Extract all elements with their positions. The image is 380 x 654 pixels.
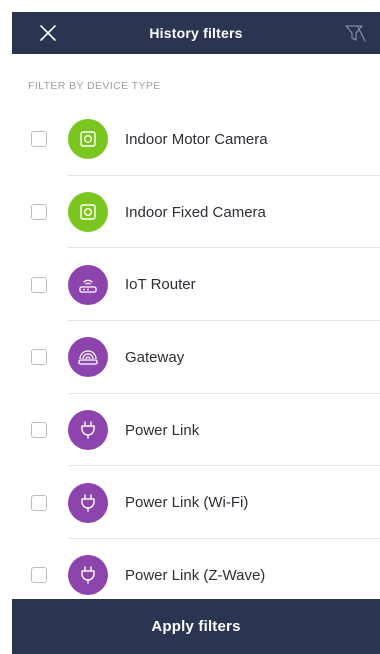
apply-filters-button[interactable]: Apply filters bbox=[12, 599, 380, 654]
list-item[interactable]: Gateway bbox=[12, 321, 380, 394]
section-label: FILTER BY DEVICE TYPE bbox=[28, 80, 161, 92]
plug-icon bbox=[68, 410, 108, 451]
list-item[interactable]: Power Link (Wi-Fi) bbox=[12, 466, 380, 540]
device-name: Gateway bbox=[125, 348, 185, 366]
header-bar: History filters bbox=[12, 12, 380, 54]
gateway-icon bbox=[68, 337, 108, 378]
list-item[interactable]: IoT Router bbox=[12, 248, 380, 322]
filter-clear-icon[interactable] bbox=[344, 23, 366, 43]
history-filters-screen: History filters FILTER BY DEVICE TYPE In… bbox=[12, 0, 380, 654]
checkbox[interactable] bbox=[31, 567, 47, 584]
checkbox[interactable] bbox=[31, 131, 47, 148]
list-item[interactable]: Power Link bbox=[12, 394, 380, 467]
device-name: Power Link (Z-Wave) bbox=[125, 566, 266, 584]
list-item[interactable]: Indoor Fixed Camera bbox=[12, 176, 380, 249]
plug-icon bbox=[68, 555, 108, 596]
device-name: Indoor Fixed Camera bbox=[125, 203, 266, 221]
checkbox[interactable] bbox=[31, 204, 47, 221]
checkbox[interactable] bbox=[31, 422, 47, 439]
list-item[interactable]: Indoor Motor Camera bbox=[12, 103, 380, 176]
camera-icon bbox=[68, 192, 108, 233]
device-name: Power Link bbox=[125, 421, 200, 439]
plug-icon bbox=[68, 482, 108, 523]
close-icon[interactable] bbox=[38, 23, 58, 43]
checkbox[interactable] bbox=[31, 494, 47, 511]
router-icon bbox=[68, 264, 108, 305]
page-title: History filters bbox=[149, 25, 243, 41]
device-type-list: Indoor Motor Camera Indoor Fixed Camera bbox=[12, 103, 380, 612]
camera-icon bbox=[68, 119, 108, 160]
checkbox[interactable] bbox=[31, 276, 47, 293]
device-name: Power Link (Wi-Fi) bbox=[125, 494, 249, 512]
apply-filters-label: Apply filters bbox=[151, 618, 241, 635]
checkbox[interactable] bbox=[31, 349, 47, 366]
device-name: IoT Router bbox=[125, 276, 196, 294]
device-name: Indoor Motor Camera bbox=[125, 130, 268, 148]
